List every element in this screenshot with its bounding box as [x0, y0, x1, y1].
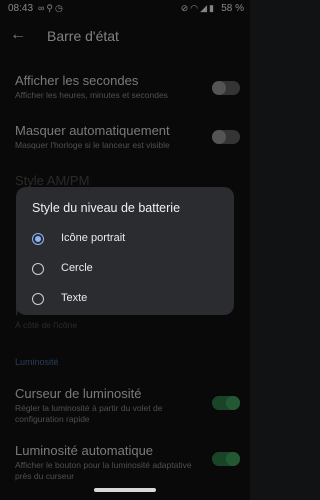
- radio-unchecked-icon[interactable]: [32, 263, 44, 275]
- radio-checked-icon[interactable]: [32, 233, 44, 245]
- option-text[interactable]: Texte: [32, 290, 222, 312]
- home-indicator[interactable]: [94, 488, 156, 492]
- option-label: Icône portrait: [61, 232, 126, 244]
- option-portrait-icon[interactable]: Icône portrait: [32, 230, 222, 252]
- option-circle[interactable]: Cercle: [32, 260, 222, 282]
- option-label: Texte: [61, 292, 88, 304]
- dialog-title: Style du niveau de batterie: [32, 201, 181, 215]
- option-label: Cercle: [61, 262, 93, 274]
- radio-unchecked-icon[interactable]: [32, 293, 44, 305]
- battery-style-dialog: Style du niveau de batterie Icône portra…: [16, 187, 234, 315]
